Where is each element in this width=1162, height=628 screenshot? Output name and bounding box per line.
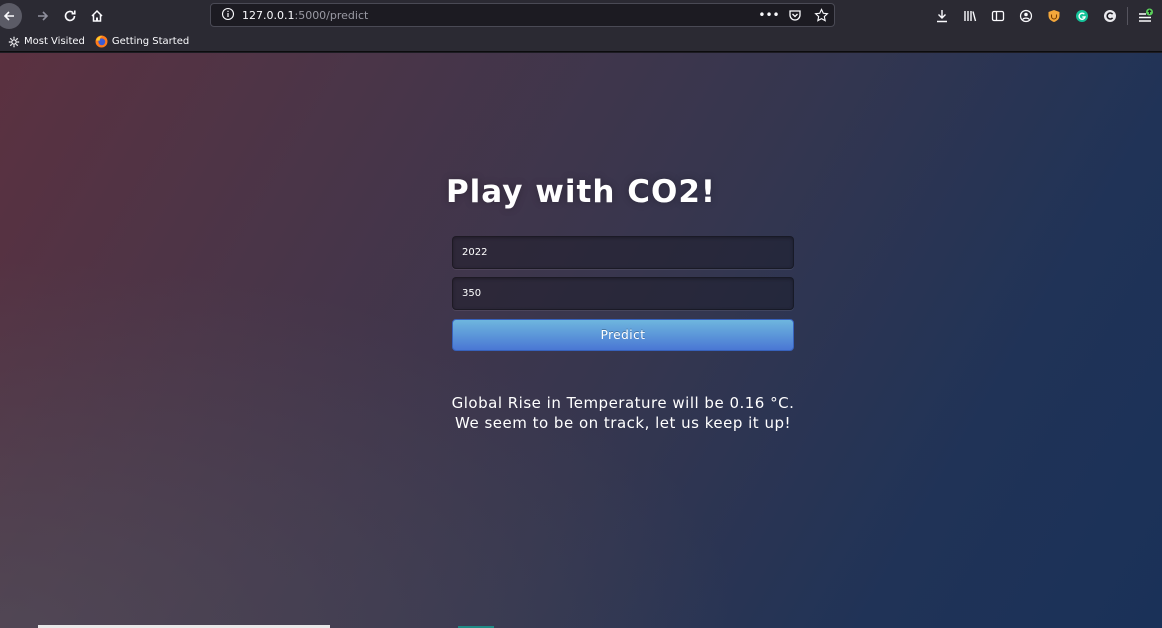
home-icon <box>91 9 103 22</box>
menu-icon[interactable] <box>1134 5 1156 27</box>
url-bar[interactable]: 127.0.0.1:5000/predict ••• <box>210 3 835 27</box>
browser-toolbar: 127.0.0.1:5000/predict ••• <box>0 0 1162 32</box>
gear-icon <box>7 35 20 48</box>
back-arrow-icon <box>3 11 14 21</box>
firefox-icon <box>95 35 108 48</box>
predict-button[interactable]: Predict <box>452 319 794 351</box>
url-host: 127.0.0.1 <box>242 9 295 22</box>
prediction-result: Global Rise in Temperature will be 0.16 … <box>451 394 795 432</box>
toolbar-extensions <box>931 3 1162 29</box>
bookmarks-toolbar: Most Visited Getting Started <box>0 32 1162 52</box>
page-title: Play with CO2! <box>445 174 717 210</box>
reload-button[interactable] <box>57 3 83 29</box>
back-button[interactable] <box>0 3 22 29</box>
forward-button[interactable] <box>30 3 56 29</box>
page-viewport: Play with CO2! Predict Global Rise in Te… <box>0 53 1162 628</box>
grammarly-icon[interactable] <box>1071 5 1093 27</box>
forward-arrow-icon <box>38 11 49 21</box>
extension-icon[interactable] <box>1099 5 1121 27</box>
bookmark-most-visited[interactable]: Most Visited <box>7 35 85 48</box>
reload-icon <box>64 10 76 22</box>
bookmark-label: Most Visited <box>24 36 85 47</box>
bookmark-star-icon[interactable] <box>812 6 830 24</box>
ublock-icon[interactable] <box>1043 5 1065 27</box>
page-actions-button[interactable]: ••• <box>758 6 779 24</box>
library-icon[interactable] <box>959 5 981 27</box>
download-icon[interactable] <box>931 5 953 27</box>
sidebar-icon[interactable] <box>987 5 1009 27</box>
url-text[interactable]: 127.0.0.1:5000/predict <box>242 9 368 22</box>
account-icon[interactable] <box>1015 5 1037 27</box>
bookmark-label: Getting Started <box>111 36 190 47</box>
url-actions: ••• <box>758 6 830 24</box>
info-icon[interactable] <box>221 7 235 21</box>
bookmark-getting-started[interactable]: Getting Started <box>95 35 189 48</box>
year-input[interactable] <box>452 236 794 269</box>
url-path: :5000/predict <box>294 9 369 22</box>
home-button[interactable] <box>84 3 110 29</box>
pocket-icon[interactable] <box>786 6 804 24</box>
co2-input[interactable] <box>452 277 794 310</box>
toolbar-separator <box>1127 7 1128 25</box>
